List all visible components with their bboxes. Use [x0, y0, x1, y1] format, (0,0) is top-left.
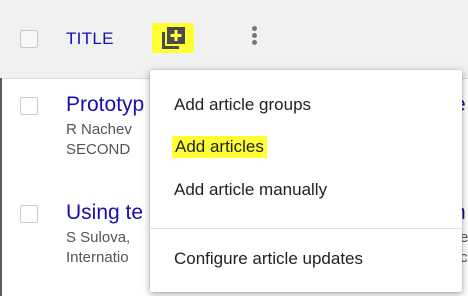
more-vert-icon[interactable]	[246, 24, 264, 56]
article-source: SECOND	[66, 141, 131, 158]
row-checkbox[interactable]	[20, 205, 38, 223]
article-authors: S Sulova,	[66, 229, 131, 246]
title-column-header[interactable]: TITLE	[66, 29, 114, 49]
page-border	[0, 78, 2, 296]
menu-item-add-article-manually[interactable]: Add article manually	[174, 180, 327, 200]
menu-divider	[150, 228, 462, 229]
list-header-bar: TITLE	[0, 0, 468, 79]
add-dropdown-menu: Add article groups Add articles Add arti…	[150, 70, 462, 292]
menu-item-add-article-groups[interactable]: Add article groups	[174, 95, 311, 115]
select-all-checkbox[interactable]	[20, 30, 38, 48]
row-checkbox[interactable]	[20, 97, 38, 115]
menu-item-configure-article-updates[interactable]: Configure article updates	[174, 249, 363, 269]
article-source: Internatio	[66, 249, 129, 266]
menu-item-add-articles[interactable]: Add articles	[172, 136, 267, 158]
article-title[interactable]: Prototyp	[66, 93, 144, 117]
article-authors: R Nachev	[66, 121, 132, 138]
article-title[interactable]: Using te	[66, 201, 143, 225]
add-button[interactable]	[152, 23, 194, 53]
add-box-icon	[162, 27, 185, 49]
